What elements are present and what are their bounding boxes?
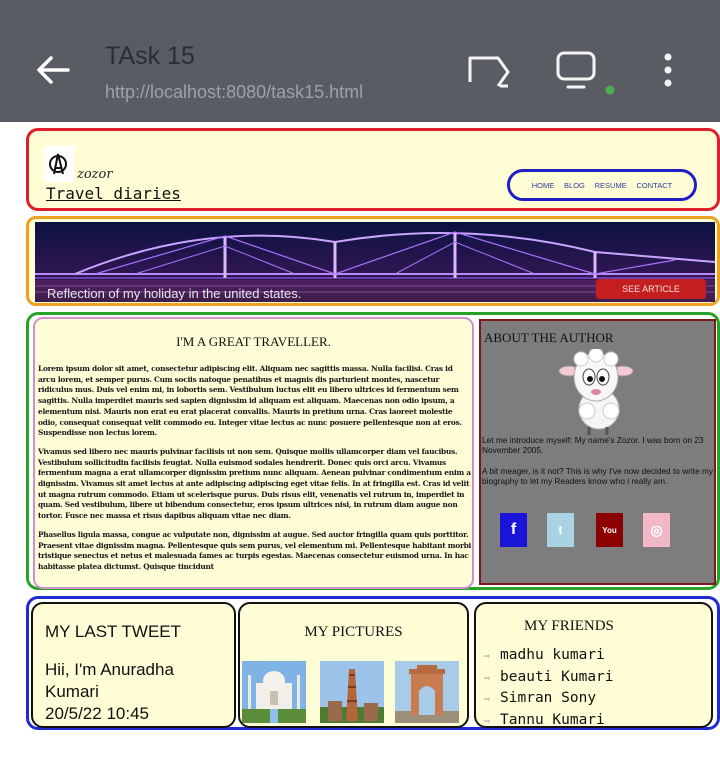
bridge-banner-image: Reflection of my holiday in the united s…	[35, 222, 715, 302]
back-arrow-icon[interactable]	[32, 50, 72, 90]
friend-name: madhu kumari	[500, 647, 605, 663]
desktop-site-icon[interactable]	[554, 50, 616, 96]
pictures-title: MY PICTURES	[304, 624, 403, 640]
author-title: ABOUT THE AUTHOR	[484, 330, 614, 345]
article: I'M A GREAT TRAVELLER. Lorem ipsum dolor…	[33, 317, 474, 589]
qutub-minar-photo[interactable]	[320, 661, 384, 723]
friends-card: MY FRIENDS ⇨ madhu kumari ⇨ beauti Kumari …	[474, 602, 713, 728]
arrow-right-icon: ⇨	[484, 716, 491, 727]
india-gate-photo[interactable]	[395, 661, 459, 723]
banner-section: Reflection of my holiday in the united s…	[26, 216, 720, 306]
pictures-card: MY PICTURES	[238, 602, 469, 728]
article-title: I'M A GREAT TRAVELLER.	[176, 334, 331, 349]
article-paragraph: Lorem ipsum dolor sit amet, consectetur …	[38, 364, 462, 438]
web-page: zozor Travel diaries HOME BLOG RESUME CO…	[0, 122, 720, 784]
main-section: I'M A GREAT TRAVELLER. Lorem ipsum dolor…	[26, 312, 720, 590]
nav-resume-link[interactable]: RESUME	[595, 181, 627, 190]
article-body: Lorem ipsum dolor sit amet, consectetur …	[38, 364, 472, 581]
last-tweet-card: MY LAST TWEET Hii, I'm Anuradha Kumari 2…	[31, 602, 236, 728]
nav-home-link[interactable]: HOME	[532, 181, 555, 190]
tweet-text-line: Hii, I'm Anuradha	[45, 660, 174, 679]
taj-mahal-photo[interactable]	[242, 661, 306, 723]
instagram-icon[interactable]: ◎	[643, 513, 670, 547]
about-author: ABOUT THE AUTHOR Let me introduce myself…	[479, 319, 716, 585]
nav-contact-link[interactable]: CONTACT	[637, 181, 673, 190]
friend-item[interactable]: ⇨ Simran Sony	[484, 690, 596, 706]
arrow-right-icon: ⇨	[484, 673, 491, 684]
tab-title: TAsk 15	[105, 42, 195, 70]
article-paragraph: Phasellus ligula massa, congue ac vulput…	[38, 529, 472, 571]
nav-blog-link[interactable]: BLOG	[564, 181, 585, 190]
footer-section: MY LAST TWEET Hii, I'm Anuradha Kumari 2…	[26, 596, 720, 730]
arrow-right-icon: ⇨	[484, 694, 491, 705]
logo-icon	[44, 146, 74, 182]
site-title[interactable]: Travel diaries	[46, 184, 181, 203]
friends-title: MY FRIENDS	[524, 618, 614, 634]
banner-caption: Reflection of my holiday in the united s…	[47, 286, 302, 301]
friend-item[interactable]: ⇨ beauti Kumari	[484, 669, 614, 685]
twitter-icon[interactable]: t	[547, 513, 574, 547]
friend-item[interactable]: ⇨ Tannu Kumari	[484, 712, 605, 728]
author-bio-more: A bit meager, is it not? This is why I'v…	[482, 466, 714, 486]
friend-name: Simran Sony	[500, 690, 597, 706]
main-nav: HOME BLOG RESUME CONTACT	[507, 169, 697, 201]
friend-item[interactable]: ⇨ madhu kumari	[484, 647, 605, 663]
friend-name: Tannu Kumari	[500, 712, 605, 728]
site-header: zozor Travel diaries HOME BLOG RESUME CO…	[26, 128, 720, 211]
tweet-title: MY LAST TWEET	[45, 622, 182, 641]
arrow-right-icon: ⇨	[484, 651, 491, 662]
see-article-button[interactable]: SEE ARTICLE	[596, 279, 706, 299]
more-vert-icon[interactable]	[656, 52, 680, 88]
cast-icon[interactable]	[466, 52, 512, 92]
friend-name: beauti Kumari	[500, 669, 614, 685]
logo-text: zozor	[77, 167, 113, 182]
sheep-avatar-icon	[558, 349, 634, 435]
facebook-icon[interactable]: f	[500, 513, 527, 547]
article-paragraph: Vivamus sed libero nec mauris pulvinar f…	[38, 446, 471, 521]
browser-toolbar: TAsk 15 http://localhost:8080/task15.htm…	[0, 0, 720, 122]
status-dot	[605, 85, 615, 95]
url-text[interactable]: http://localhost:8080/task15.html	[105, 82, 363, 103]
tweet-timestamp: 20/5/22 10:45	[45, 704, 149, 723]
tweet-text-line: Kumari	[45, 682, 99, 701]
author-bio-intro: Let me introduce myself: My name's Zozor…	[482, 435, 704, 455]
youtube-icon[interactable]: You	[596, 513, 623, 547]
